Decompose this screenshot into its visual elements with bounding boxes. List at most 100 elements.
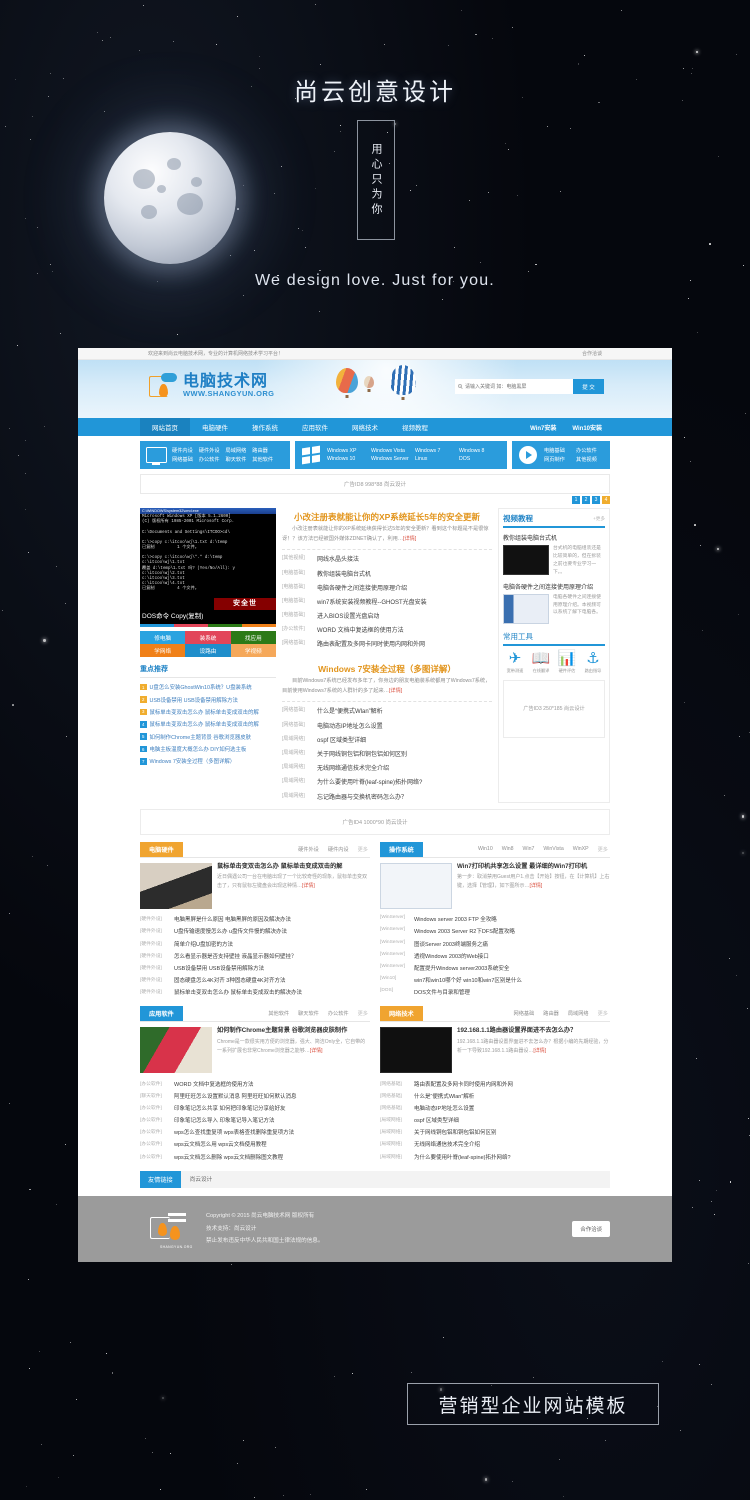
tab[interactable]: Win7 [523,846,535,853]
tab-more[interactable]: 更多 [358,846,368,853]
nav-item-network[interactable]: 网络技术 [340,418,390,436]
list-item[interactable]: [局域网络] 忘记路由器与交换机密码怎么办？ [282,789,492,803]
list-item[interactable]: [办公软件] wps怎么查找重复项 wps表格查找删除重复项方法 [140,1126,370,1138]
tool-online-translate[interactable]: 📖 在线翻译 [529,651,553,674]
list-item[interactable]: [办公软件] 印象笔记怎么导入 印象笔记导入笔记方法 [140,1114,370,1126]
cat-link[interactable]: 局域网络 [226,447,247,454]
topbar-cooperation-link[interactable]: 合作洽谈 [582,350,602,357]
dos-screenshot[interactable]: C:\WINDOWS\system32\cmd.exe Microsoft Wi… [140,508,276,624]
list-item[interactable]: [办公软件] wps云文档怎么删除 wps云文档删除图文教程 [140,1151,370,1163]
list-item[interactable]: [局域网络] 为什么要使用叶脊(leaf-spine)拓扑网络? [282,775,492,789]
nav-win10-install[interactable]: Win10安装 [564,418,610,436]
list-item[interactable]: [局域网络] 关于网线铜包铝和铜包铝如何区别 [380,1126,610,1138]
tab[interactable]: 局域网络 [568,1010,589,1017]
search-box[interactable]: 提 交 [455,379,604,394]
video-sidebar-more[interactable]: +更多 [593,516,605,522]
list-item[interactable]: [局域网络] ospf 区域类型详细 [282,732,492,746]
list-item[interactable]: [局域网络] 关于网线铜包铝和铜包铝如何区别 [282,746,492,760]
list-item[interactable]: [网络基础] 电脑动态IP地址怎么设置 [380,1102,610,1114]
list-item[interactable]: [WinServer] Windows server 2003 FTP 全攻略 [380,913,610,925]
tab[interactable]: 办公软件 [328,1010,349,1017]
nav-item-hardware[interactable]: 电脑硬件 [190,418,240,436]
cat-link[interactable]: 其他视频 [576,456,602,463]
list-item[interactable]: [Win10] win7和win10哪个好 win10和win7区别是什么 [380,974,610,986]
cat-link[interactable]: 硬件内设 [172,447,193,454]
quick-btn-fix-pc[interactable]: 修电脑 [140,631,186,644]
tab[interactable]: 聊天软件 [298,1010,319,1017]
cat-link[interactable]: 聊天软件 [226,456,247,463]
cat-link[interactable]: Windows XP [327,448,365,454]
list-item[interactable]: 5 如何制作Chrome主题背景 谷歌浏览器皮肤 [140,731,276,743]
nav-item-software[interactable]: 应用软件 [290,418,340,436]
list-item[interactable]: [电脑基础] 进入BIOS设置光盘启动 [282,609,492,623]
category-box-hardware[interactable]: 硬件内设 硬件外设 局域网络 路由器 网络基础 办公软件 聊天软件 其他软件 [140,441,290,469]
friend-link[interactable]: 尚云设计 [181,1175,212,1183]
list-item[interactable]: [电脑基础] win7系统安装视频教程--GHOST光盘安装 [282,594,492,608]
list-item[interactable]: 3 鼠标单击变双击怎么办 鼠标单击变成双击的解 [140,706,276,718]
tool-hardware-eval[interactable]: 📊 硬件评估 [555,651,579,674]
feature-title[interactable]: 小改注册表就能让你的XP系统延长5年的安全更新 [282,508,492,525]
nav-item-home[interactable]: 网站首页 [140,418,190,436]
pager-dot-1[interactable]: 1 [572,496,580,504]
list-item[interactable]: 2 USB设备禁用 USB设备禁用解除方法 [140,693,276,705]
tab[interactable]: 其他软件 [268,1010,289,1017]
list-item[interactable]: [WinServer] 透视Windows 2003的Web接口 [380,950,610,962]
nav-win7-install[interactable]: Win7安装 [522,418,564,436]
tab-more[interactable]: 更多 [598,1010,608,1017]
tab[interactable]: Win8 [502,846,514,853]
feature-title[interactable]: Windows 7安装全过程（多图详解） [282,660,492,677]
tab[interactable]: Win10 [478,846,493,853]
video-item-1[interactable]: 教你组装电脑台式机 台式机的电脑组装还是比较简单的，但在拆装之前也要专业学习一下… [503,533,605,577]
feature-more-link[interactable]: [详情] [403,536,416,542]
cat-link[interactable]: 网页制作 [544,456,570,463]
pager-dot-4[interactable]: 4 [602,496,610,504]
video-item-2[interactable]: 电脑各硬件之间连接使用原理介绍 电脑各硬件之间连接使用原理介绍。本视频可以系统了… [503,582,605,624]
list-item[interactable]: [办公软件] WORD 文档中复选框的使用方法 [282,623,492,637]
list-item[interactable]: [局域网络] 为什么要使用叶脊(leaf-spine)拓扑网络? [380,1151,610,1163]
quick-btn-setup-router[interactable]: 设路由 [185,644,231,657]
cat-link[interactable]: 硬件外设 [199,447,220,454]
more-link[interactable]: [详情] [302,883,315,889]
list-item[interactable]: [WinServer] 配置提升Windows server2003系统安全 [380,962,610,974]
tab-more[interactable]: 更多 [598,846,608,853]
cat-link[interactable]: Windows Vista [371,448,409,454]
list-item[interactable]: [硬件外设] 电脑黑屏是什么原因 电脑黑屏的原因及解决办法 [140,913,370,925]
tab[interactable]: 硬件外设 [298,846,319,853]
list-item[interactable]: [办公软件] WORD 文档中复选框的使用方法 [140,1077,370,1089]
quick-btn-install-os[interactable]: 装系统 [185,631,231,644]
nav-item-os[interactable]: 操作系统 [240,418,290,436]
list-item[interactable]: [网络基础] 什么是“便携式Wlan”解析 [282,704,492,718]
list-item[interactable]: [网络基础] 路由表配置及多网卡同时使用内网和外网 [282,637,492,651]
category-box-os[interactable]: Windows XP Windows Vista Windows 7 Windo… [295,441,507,469]
cat-link[interactable]: 办公软件 [576,447,602,454]
list-item[interactable]: [硬件外设] 固态硬盘怎么4K对齐 3种固态硬盘4K对齐方法 [140,974,370,986]
list-item[interactable]: [局域网络] 无线网络通信技术完全介绍 [380,1138,610,1150]
tab[interactable]: 路由器 [543,1010,559,1017]
list-item[interactable]: [其他视频] 网线水晶头接法 [282,552,492,566]
list-item[interactable]: [聊天软件] 阿里旺旺怎么设置默认消息 阿里旺旺如何默认消息 [140,1090,370,1102]
section-featured[interactable]: Win7打印机共享怎么设置 最详细的Win7打印机 第一步：取消禁用Guest用… [380,863,610,910]
search-submit-button[interactable]: 提 交 [573,379,604,394]
more-link[interactable]: [详情] [530,883,543,889]
pager-dot-3[interactable]: 3 [592,496,600,504]
list-item[interactable]: [WinServer] Windows 2003 Server R2下DFS配置攻… [380,925,610,937]
site-logo[interactable]: 电脑技术网 WWW.SHANGYUN.ORG [148,371,274,401]
list-item[interactable]: 7 Windows 7安装全过程（多图详解） [140,755,276,767]
list-item[interactable]: [硬件外设] USB设备禁用 USB设备禁用解除方法 [140,962,370,974]
category-box-video[interactable]: 电脑基础 办公软件 网页制作 其他视频 [512,441,610,469]
quick-btn-learn-net[interactable]: 学网络 [140,644,186,657]
footer-cooperation-button[interactable]: 合作洽谈 [572,1220,610,1237]
list-item[interactable]: [DOS] DOS文件与目录和管理 [380,986,610,998]
more-link[interactable]: [详情] [533,1048,546,1054]
cat-link[interactable]: Windows 10 [327,456,365,462]
list-item[interactable]: 1 U盘怎么安装GhostWin10系统？U盘装系统 [140,681,276,693]
slider-pager[interactable]: 1 2 3 4 [140,496,610,504]
list-item[interactable]: 6 电脑主板温度大概怎么办 DIY如何选主板 [140,743,276,755]
cat-link[interactable]: 办公软件 [199,456,220,463]
tab[interactable]: WinVista [543,846,563,853]
list-item[interactable]: [硬件外设] 怎么看显示器是否支持壁挂 液晶显示器如何壁挂？ [140,950,370,962]
list-item[interactable]: [办公软件] 印象笔记怎么共享 如何把印象笔记分享给好友 [140,1102,370,1114]
list-item[interactable]: [局域网络] ospf 区域类型详细 [380,1114,610,1126]
pager-dot-2[interactable]: 2 [582,496,590,504]
list-item[interactable]: [办公软件] wps云文档怎么用 wps云文档使用教程 [140,1138,370,1150]
